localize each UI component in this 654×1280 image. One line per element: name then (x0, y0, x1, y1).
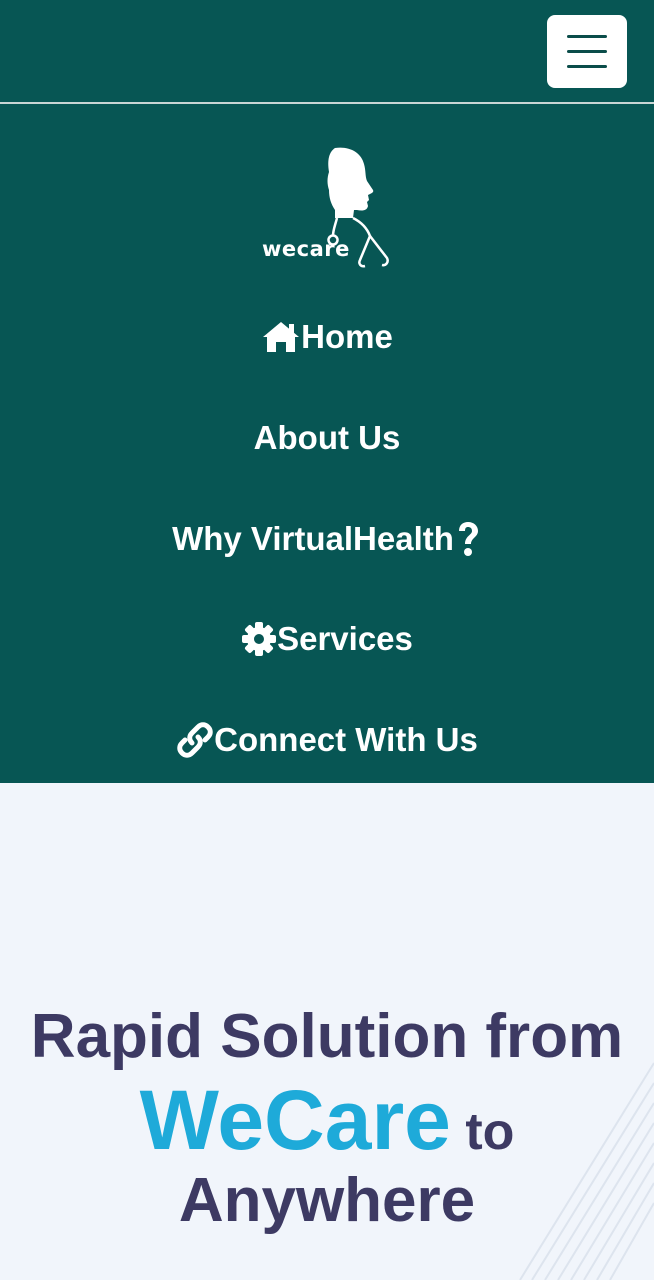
hamburger-icon-bar (567, 65, 607, 68)
nav-item-home-label: Home (301, 318, 393, 355)
hamburger-icon (567, 35, 607, 38)
hero-headline-to: to (465, 1103, 515, 1161)
hero-section: Rapid Solution from WeCare to Anywhere (0, 783, 654, 1280)
hamburger-icon-bar (567, 50, 607, 53)
gear-icon (242, 622, 277, 656)
menu-toggle-button[interactable] (547, 15, 627, 88)
question-icon (458, 522, 478, 556)
expanded-nav-menu: wecare Home About Us Why VirtualHealth S… (0, 104, 654, 783)
nav-item-why-virtualhealth[interactable]: Why VirtualHealth (0, 509, 654, 569)
nav-item-services-label: Services (277, 620, 413, 657)
hero-headline-line3: Anywhere (178, 1166, 476, 1235)
hero-brand-name: WeCare (139, 1073, 451, 1167)
hero-headline-line2: WeCare to (0, 1075, 654, 1177)
logo-wordmark: wecare (262, 237, 350, 261)
nav-item-connect-with-us[interactable]: Connect With Us (0, 710, 654, 770)
home-icon (263, 322, 300, 352)
nav-item-connect-label: Connect With Us (214, 721, 478, 758)
nav-item-why-label: Why VirtualHealth (172, 520, 454, 557)
page: wecare Home About Us Why VirtualHealth S… (0, 0, 654, 1280)
nav-item-services[interactable]: Services (0, 609, 654, 669)
link-icon (177, 722, 213, 758)
nav-item-home[interactable]: Home (0, 307, 654, 367)
wecare-logo[interactable]: wecare (257, 144, 397, 270)
top-navbar (0, 0, 654, 102)
hero-headline-line1: Rapid Solution from (30, 1002, 624, 1071)
nav-item-about-us[interactable]: About Us (0, 408, 654, 468)
nav-item-about-label: About Us (253, 419, 401, 456)
